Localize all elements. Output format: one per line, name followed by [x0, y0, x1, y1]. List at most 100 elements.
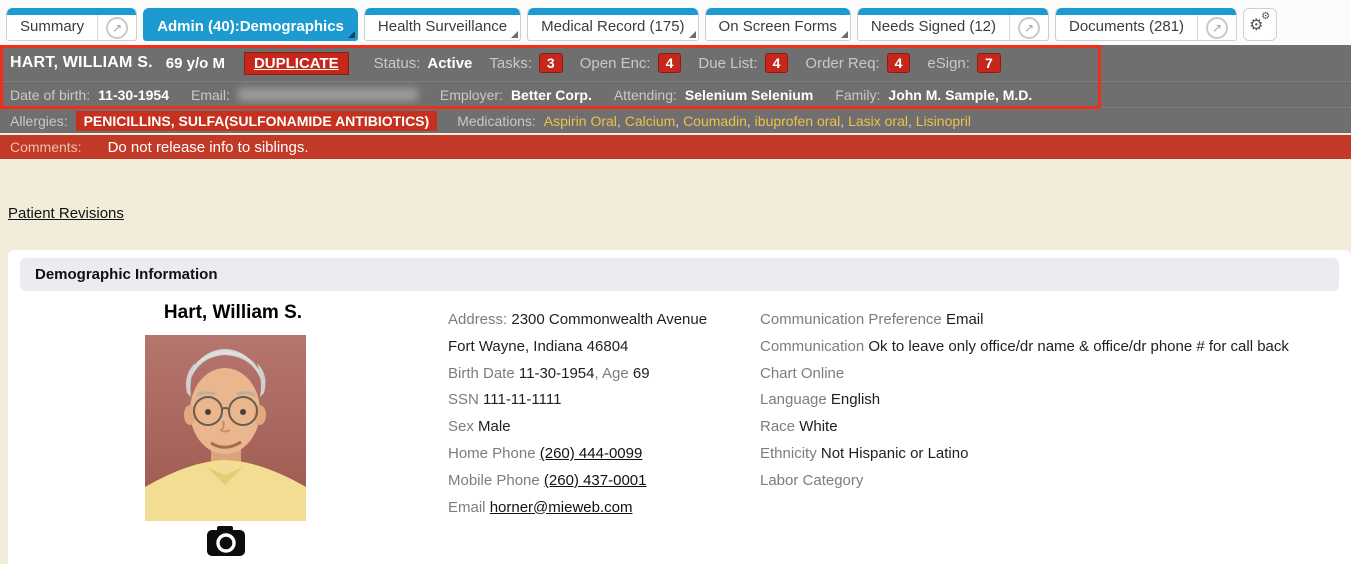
field-row: Mobile Phone (260) 437-0001 [448, 468, 758, 495]
attending-value: Selenium Selenium [685, 87, 813, 103]
tab-on-screen-forms[interactable]: On Screen Forms [705, 8, 851, 41]
allergies-badge[interactable]: PENICILLINS, SULFA(SULFONAMIDE ANTIBIOTI… [76, 111, 438, 131]
family-value: John M. Sample, M.D. [888, 87, 1032, 103]
field-link[interactable]: (260) 437-0001 [544, 472, 647, 489]
field-label: Ethnicity [760, 445, 817, 462]
field-label: , Age [595, 365, 629, 382]
camera-icon[interactable] [207, 526, 245, 556]
employer-label: Employer: [440, 87, 503, 103]
field-link[interactable]: (260) 444-0099 [540, 445, 643, 462]
demographics-mid-column: Address: 2300 Commonwealth Avenue Fort Wa… [448, 307, 758, 521]
popout-arrow-icon[interactable]: ↗ [1018, 17, 1040, 39]
esign-label: eSign: [927, 55, 970, 72]
tab-label: On Screen Forms [706, 8, 850, 40]
patient-photo[interactable] [145, 335, 306, 521]
family-label: Family: [835, 87, 880, 103]
demographics-card-header: Demographic Information [20, 258, 1339, 291]
tab-label: Health Surveillance [365, 8, 520, 40]
main-content: Patient Revisions Demographic Informatio… [0, 159, 1351, 564]
field-value: 11-30-1954 [519, 365, 595, 382]
field-row: Ethnicity Not Hispanic or Latino [760, 441, 1351, 468]
field-label: Sex [448, 418, 474, 435]
tasks-count-badge[interactable]: 3 [539, 53, 563, 73]
order-req-label: Order Req: [805, 55, 879, 72]
tab-summary[interactable]: Summary↗ [6, 8, 137, 41]
tab-label: Documents (281) [1056, 8, 1197, 40]
tab-health-surveillance[interactable]: Health Surveillance [364, 8, 521, 41]
gear-small-icon: ⚙ [1261, 11, 1270, 22]
field-value: Male [478, 418, 511, 435]
field-row: SSN 111-11-1111 [448, 387, 758, 414]
tab-label: Needs Signed (12) [858, 8, 1009, 40]
medication-link[interactable]: ibuprofen oral [755, 113, 841, 129]
open-enc-count-badge[interactable]: 4 [658, 53, 682, 73]
field-label: Home Phone [448, 445, 536, 462]
duplicate-badge[interactable]: DUPLICATE [244, 52, 349, 75]
field-label: Communication [760, 338, 864, 355]
field-label: Address: [448, 311, 507, 328]
status-value: Active [427, 55, 472, 72]
due-list-label: Due List: [698, 55, 757, 72]
field-row: Labor Category [760, 468, 1351, 495]
field-row: Email horner@mieweb.com [448, 495, 758, 522]
popout-arrow-icon[interactable]: ↗ [106, 17, 128, 39]
employer-value: Better Corp. [511, 87, 592, 103]
comments-label: Comments: [10, 139, 82, 155]
comments-value: Do not release info to siblings. [108, 139, 309, 156]
dob-value: 11-30-1954 [98, 87, 169, 103]
email-label: Email: [191, 87, 230, 103]
medication-link[interactable]: Lisinopril [916, 113, 971, 129]
tab-documents[interactable]: Documents (281) ↗ [1055, 8, 1237, 41]
field-row: Fort Wayne, Indiana 46804 [448, 334, 758, 361]
field-row: Race White [760, 414, 1351, 441]
field-value: Email [946, 311, 984, 328]
field-label: Labor Category [760, 472, 863, 489]
tab-bar: Summary↗Admin (40):DemographicsHealth Su… [0, 0, 1351, 45]
patient-banner-row3: Allergies: PENICILLINS, SULFA(SULFONAMID… [0, 107, 1351, 133]
field-value: Fort Wayne, Indiana 46804 [448, 338, 628, 355]
status-label: Status: [374, 55, 421, 72]
dropdown-fold-icon [511, 31, 518, 38]
demographics-right-column: Communication Preference EmailCommunicat… [760, 307, 1351, 495]
esign-count-badge[interactable]: 7 [977, 53, 1001, 73]
medication-link[interactable]: Lasix oral [848, 113, 908, 129]
due-list-count-badge[interactable]: 4 [765, 53, 789, 73]
field-label: Birth Date [448, 365, 515, 382]
field-label: SSN [448, 391, 479, 408]
medications-list: Aspirin Oral, Calcium, Coumadin, ibuprof… [544, 113, 971, 129]
popout-arrow-icon[interactable]: ↗ [1206, 17, 1228, 39]
tab-medical-record[interactable]: Medical Record (175) [527, 8, 698, 41]
medication-link[interactable]: Calcium [625, 113, 676, 129]
field-row: Communication Ok to leave only office/dr… [760, 334, 1351, 361]
medication-link[interactable]: Coumadin [683, 113, 747, 129]
field-row: Birth Date 11-30-1954, Age 69 [448, 361, 758, 388]
open-enc-label: Open Enc: [580, 55, 651, 72]
medication-separator: , [840, 113, 848, 129]
dropdown-fold-icon [348, 31, 355, 38]
field-link[interactable]: horner@mieweb.com [490, 499, 633, 516]
tab-label: Admin (40):Demographics [144, 8, 357, 40]
field-row: Home Phone (260) 444-0099 [448, 441, 758, 468]
tab-admin-demographics[interactable]: Admin (40):Demographics [143, 8, 358, 41]
field-row: Sex Male [448, 414, 758, 441]
patient-revisions-link[interactable]: Patient Revisions [8, 205, 124, 222]
medication-link[interactable]: Aspirin Oral [544, 113, 617, 129]
tab-label: Medical Record (175) [528, 8, 697, 40]
order-req-count-badge[interactable]: 4 [887, 53, 911, 73]
field-row: Address: 2300 Commonwealth Avenue [448, 307, 758, 334]
field-label: Mobile Phone [448, 472, 540, 489]
field-value: 111-11-1111 [483, 391, 561, 408]
allergies-label: Allergies: [10, 113, 68, 129]
attending-label: Attending: [614, 87, 677, 103]
field-value: 69 [633, 365, 650, 382]
dropdown-fold-icon [689, 31, 696, 38]
section-title: Demographic Information [35, 266, 218, 283]
chart-settings-button[interactable]: ⚙ ⚙ [1243, 8, 1277, 41]
patient-display-name: Hart, William S. [83, 302, 383, 324]
patient-name-header: HART, WILLIAM S. [10, 54, 153, 72]
field-value: White [799, 418, 837, 435]
field-label: Race [760, 418, 795, 435]
tab-needs-signed[interactable]: Needs Signed (12) ↗ [857, 8, 1049, 41]
medication-separator: , [675, 113, 683, 129]
field-row: Communication Preference Email [760, 307, 1351, 334]
